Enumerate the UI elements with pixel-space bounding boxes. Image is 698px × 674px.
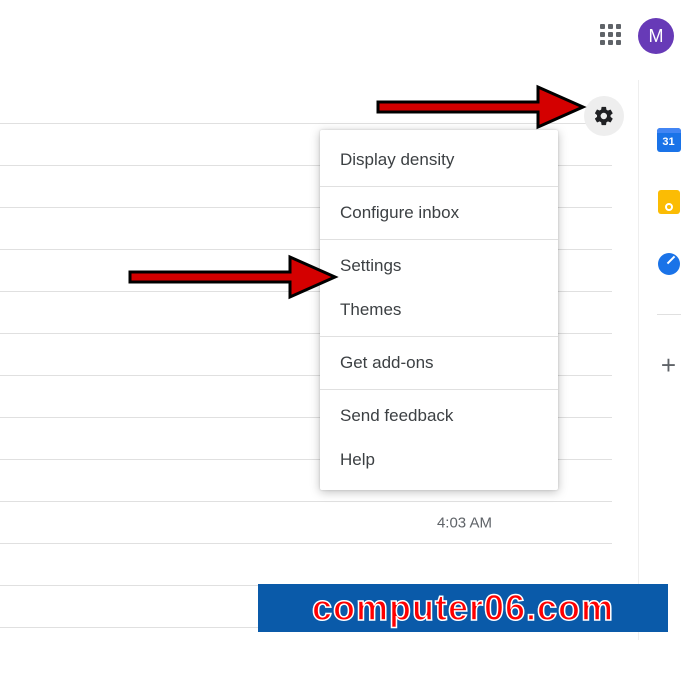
calendar-app[interactable]: 31 [657, 128, 681, 152]
watermark: computer06.com [258, 584, 668, 632]
annotation-arrow-gear [368, 62, 598, 142]
menu-item-settings[interactable]: Settings [320, 244, 558, 288]
mail-time: 4:03 AM [437, 514, 492, 531]
menu-separator [320, 239, 558, 240]
tasks-icon [658, 253, 680, 275]
settings-menu: Display density Configure inbox Settings… [320, 130, 558, 490]
watermark-text: computer06.com [312, 587, 614, 629]
calendar-day: 31 [662, 136, 674, 148]
avatar[interactable]: M [638, 18, 674, 54]
menu-label: Display density [340, 150, 454, 169]
add-app-button[interactable]: + [657, 353, 681, 377]
mail-row[interactable] [0, 544, 612, 586]
avatar-initial: M [649, 26, 664, 47]
menu-separator [320, 389, 558, 390]
menu-item-themes[interactable]: Themes [320, 288, 558, 332]
keep-icon [658, 190, 680, 214]
menu-item-send-feedback[interactable]: Send feedback [320, 394, 558, 438]
side-rail: 31 + [638, 80, 698, 640]
menu-separator [320, 186, 558, 187]
menu-separator [320, 336, 558, 337]
menu-item-configure-inbox[interactable]: Configure inbox [320, 191, 558, 235]
apps-grid-icon[interactable] [600, 24, 622, 46]
annotation-arrow-settings [120, 232, 350, 312]
rail-separator [657, 314, 681, 315]
menu-label: Configure inbox [340, 203, 459, 222]
tasks-app[interactable] [657, 252, 681, 276]
menu-item-help[interactable]: Help [320, 438, 558, 482]
menu-label: Get add-ons [340, 353, 434, 372]
menu-label: Send feedback [340, 406, 453, 425]
menu-item-get-addons[interactable]: Get add-ons [320, 341, 558, 385]
menu-item-display-density[interactable]: Display density [320, 138, 558, 182]
menu-label: Help [340, 450, 375, 469]
mail-row[interactable]: 4:03 AM [0, 502, 612, 544]
plus-icon: + [661, 352, 676, 378]
keep-app[interactable] [657, 190, 681, 214]
calendar-icon: 31 [657, 128, 681, 152]
